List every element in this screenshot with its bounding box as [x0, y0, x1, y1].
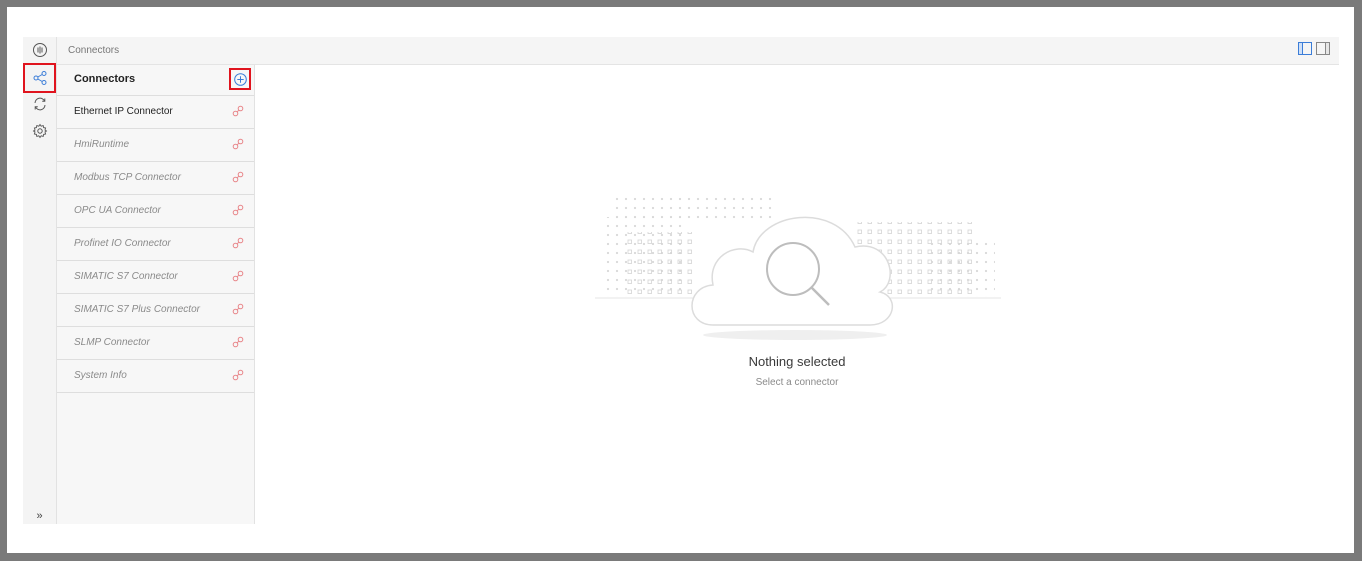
connector-item-hmiruntime[interactable]: HmiRuntime [57, 129, 254, 162]
double-chevron-right-icon: » [36, 510, 43, 522]
left-rail: » [23, 37, 57, 524]
connector-item-modbus-tcp[interactable]: Modbus TCP Connector [57, 162, 254, 195]
rail-settings-button[interactable] [23, 118, 56, 144]
connector-item-slmp[interactable]: SLMP Connector [57, 327, 254, 360]
connector-label: SIMATIC S7 Plus Connector [74, 304, 200, 315]
panel-header: Connectors [57, 65, 254, 96]
link-icon [232, 237, 244, 249]
rail-sync-button[interactable] [23, 91, 56, 117]
empty-state-title: Nothing selected [748, 354, 846, 369]
panel-title: Connectors [74, 73, 136, 85]
add-connector-button[interactable] [229, 68, 251, 90]
link-icon [232, 369, 244, 381]
connector-label: Modbus TCP Connector [74, 172, 181, 183]
link-icon [232, 303, 244, 315]
share-icon [33, 71, 46, 85]
connectors-panel: Connectors Ethernet IP Connector HmiRunt… [57, 65, 255, 524]
view-toggles [1298, 42, 1330, 55]
gear-icon [32, 123, 47, 139]
left-panel-layout-icon[interactable] [1298, 42, 1312, 55]
link-icon [232, 204, 244, 216]
connector-item-simatic-s7-plus[interactable]: SIMATIC S7 Plus Connector [57, 294, 254, 327]
link-icon [232, 336, 244, 348]
link-icon [232, 138, 244, 150]
connector-item-ethernet-ip[interactable]: Ethernet IP Connector [57, 96, 254, 129]
connector-item-profinet-io[interactable]: Profinet IO Connector [57, 228, 254, 261]
main-content: Nothing selected Select a connector [255, 65, 1339, 524]
connector-label: Ethernet IP Connector [74, 106, 173, 117]
right-panel-layout-icon[interactable] [1316, 42, 1330, 55]
app-window: » Connectors Connectors Ethernet IP Conn… [23, 37, 1339, 524]
expand-rail-button[interactable]: » [23, 508, 56, 524]
connector-label: Profinet IO Connector [74, 238, 171, 249]
connector-item-simatic-s7[interactable]: SIMATIC S7 Connector [57, 261, 254, 294]
top-bar: Connectors [57, 37, 1339, 65]
rail-connectors-button[interactable] [23, 63, 56, 93]
connector-label: SIMATIC S7 Connector [74, 271, 178, 282]
plus-circle-icon [233, 72, 247, 86]
app-logo-button[interactable] [23, 37, 56, 63]
link-icon [232, 105, 244, 117]
link-icon [232, 171, 244, 183]
link-icon [232, 270, 244, 282]
connector-label: OPC UA Connector [74, 205, 161, 216]
connector-label: System Info [74, 370, 127, 381]
breadcrumb: Connectors [68, 45, 120, 56]
connector-item-system-info[interactable]: System Info [57, 360, 254, 393]
connector-item-opc-ua[interactable]: OPC UA Connector [57, 195, 254, 228]
sync-icon [34, 97, 45, 111]
empty-state-subtitle: Select a connector [755, 377, 839, 388]
connector-label: HmiRuntime [74, 139, 130, 150]
connector-label: SLMP Connector [74, 337, 150, 348]
logo-icon [32, 43, 47, 57]
empty-state-cloud-illustration [595, 197, 1001, 340]
